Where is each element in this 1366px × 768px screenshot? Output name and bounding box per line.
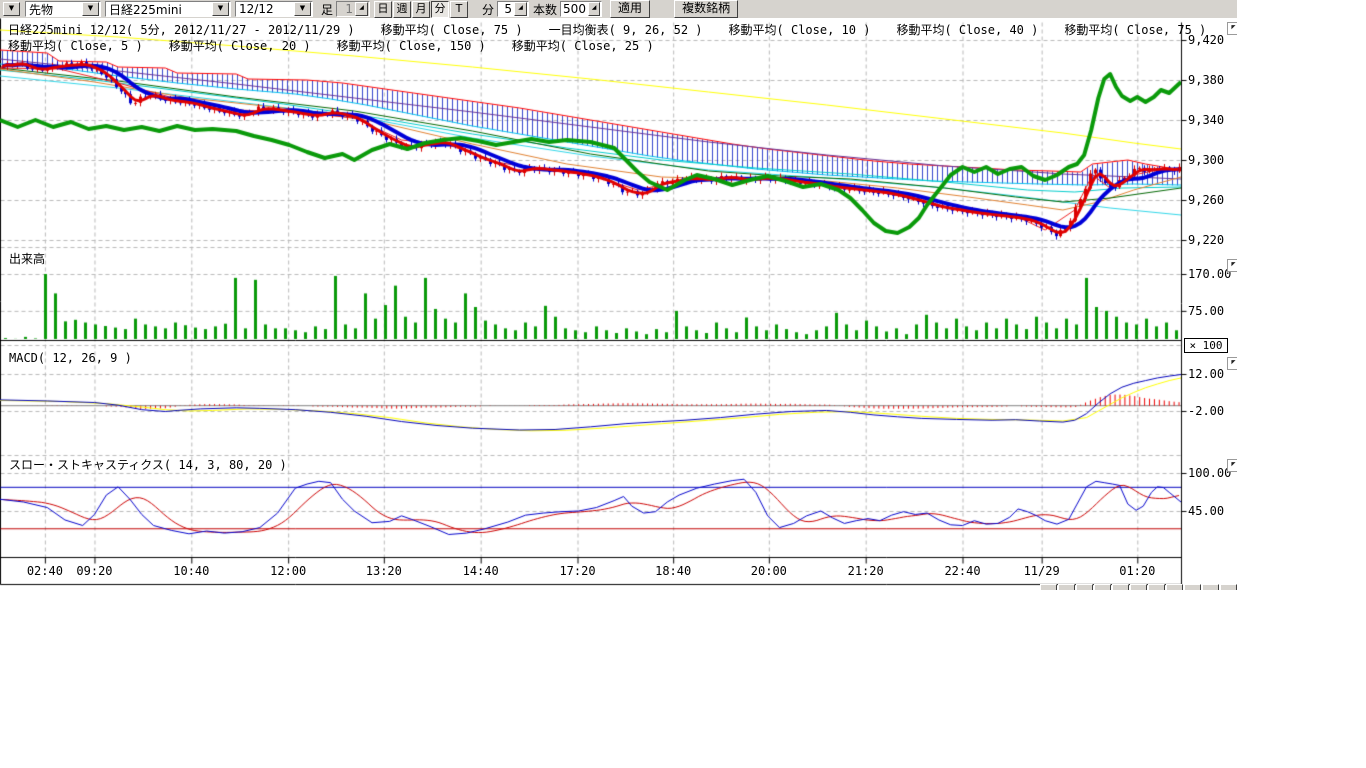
bar-interval-spinner[interactable]: 1 ◢ — [336, 1, 370, 17]
contract-select[interactable]: 12/12 ▼ — [235, 1, 313, 17]
axis-tick-label: 100.00 — [1188, 466, 1231, 480]
bar-count-spinner[interactable]: 500 ◢ — [560, 1, 602, 17]
period-button-T[interactable]: T — [450, 1, 468, 18]
time-axis-label: 14:40 — [453, 564, 509, 578]
multi-symbol-button[interactable]: 複数銘柄 — [674, 0, 738, 18]
axis-tick-label: 9,300 — [1188, 153, 1224, 167]
axis-tick-label: 9,380 — [1188, 73, 1224, 87]
time-axis-label: 21:20 — [838, 564, 894, 578]
pane-expand-icon: ◤ — [1231, 358, 1235, 366]
legend-item: 一目均衡表( 9, 26, 52 ) — [549, 23, 703, 37]
mini-toolbar-button[interactable] — [1166, 584, 1183, 590]
time-axis-label: 12:00 — [260, 564, 316, 578]
mini-toolbar-button[interactable] — [1094, 584, 1111, 590]
chart-app-window: ▼ 先物 ▼ 日経225mini ▼ 12/12 ▼ 足 1 ◢ 日週月分T 分… — [0, 0, 1237, 590]
mini-toolbar-button[interactable] — [1202, 584, 1219, 590]
legend-item: 移動平均( Close, 40 ) — [896, 23, 1038, 37]
mini-toolbar-button[interactable] — [1184, 584, 1201, 590]
main-toolbar: ▼ 先物 ▼ 日経225mini ▼ 12/12 ▼ 足 1 ◢ 日週月分T 分… — [0, 0, 1237, 19]
bar-type-label: 足 — [321, 1, 333, 18]
legend-row-2: 移動平均( Close, 5 ) 移動平均( Close, 20 ) 移動平均( C… — [8, 37, 680, 54]
mini-toolbar-button[interactable] — [1112, 584, 1129, 590]
time-axis-label: 11/29 — [1014, 564, 1070, 578]
axis-tick-label: 12.00 — [1188, 367, 1224, 381]
contract-value: 12/12 — [236, 2, 293, 16]
axis-tick-label: 170.00 — [1188, 267, 1231, 281]
chart-canvas[interactable] — [0, 18, 1237, 590]
chevron-down-icon[interactable]: ▼ — [82, 2, 99, 16]
mini-toolbar-button[interactable] — [1076, 584, 1093, 590]
volume-pane-label: 出来高 — [9, 250, 45, 267]
mini-toolbar-button[interactable] — [1058, 584, 1075, 590]
pane-expand-icon: ◤ — [1231, 23, 1235, 31]
chevron-down-icon[interactable]: ▼ — [294, 2, 311, 16]
pane-expand-icon: ◤ — [1231, 260, 1235, 268]
axis-tick-label: 9,420 — [1188, 33, 1224, 47]
minute-spinner[interactable]: 5 ◢ — [497, 1, 529, 17]
macd-pane-label: MACD( 12, 26, 9 ) — [9, 351, 132, 365]
time-axis-label: 20:00 — [741, 564, 797, 578]
legend-item: 移動平均( Close, 5 ) — [8, 39, 143, 53]
axis-tick-label: 9,260 — [1188, 193, 1224, 207]
legend-item: 移動平均( Close, 20 ) — [169, 39, 311, 53]
axis-tick-label: 75.00 — [1188, 304, 1224, 318]
spinner-icon[interactable]: ◢ — [355, 2, 368, 16]
legend-item: 日経225mini 12/12( 5分, 2012/11/27 - 2012/1… — [8, 23, 355, 37]
bar-interval-value: 1 — [337, 2, 355, 16]
volume-multiplier-badge: × 100 — [1184, 338, 1228, 353]
stochastics-pane-label: スロー・ストキャスティクス( 14, 3, 80, 20 ) — [9, 456, 287, 473]
period-button-日[interactable]: 日 — [374, 1, 392, 18]
mini-toolbar-button[interactable] — [1148, 584, 1165, 590]
mini-toolbar-button[interactable] — [1130, 584, 1147, 590]
axis-tick-label: -2.00 — [1188, 404, 1224, 418]
pane-corner-button[interactable]: ◤ — [1227, 459, 1237, 472]
minute-label: 分 — [482, 1, 494, 18]
pane-corner-button[interactable]: ◤ — [1227, 357, 1237, 370]
axis-tick-label: 9,340 — [1188, 113, 1224, 127]
spinner-icon[interactable]: ◢ — [588, 2, 600, 16]
period-button-分[interactable]: 分 — [431, 1, 449, 18]
time-axis-label: 10:40 — [163, 564, 219, 578]
legend-row-1: 日経225mini 12/12( 5分, 2012/11/27 - 2012/1… — [8, 21, 1232, 38]
apply-button[interactable]: 適用 — [610, 0, 650, 18]
time-axis-label: 22:40 — [935, 564, 991, 578]
pane-corner-button[interactable]: ◤ — [1227, 259, 1237, 272]
period-button-group: 日週月分T — [373, 1, 468, 18]
symbol-value: 日経225mini — [106, 1, 211, 18]
market-select[interactable]: 先物 ▼ — [25, 1, 101, 17]
panel-dropdown-button[interactable]: ▼ — [3, 2, 20, 16]
axis-tick-label: 45.00 — [1188, 504, 1224, 518]
legend-item: 移動平均( Close, 75 ) — [1064, 23, 1206, 37]
spinner-icon[interactable]: ◢ — [514, 2, 527, 16]
period-button-週[interactable]: 週 — [393, 1, 411, 18]
time-axis-label: 01:20 — [1109, 564, 1165, 578]
mini-toolbar-button[interactable] — [1040, 584, 1057, 590]
legend-item: 移動平均( Close, 25 ) — [512, 39, 654, 53]
time-axis-label: 09:20 — [66, 564, 122, 578]
time-axis-label: 13:20 — [356, 564, 412, 578]
minute-value: 5 — [498, 2, 514, 16]
time-axis-label: 02:40 — [17, 564, 73, 578]
legend-item: 移動平均( Close, 10 ) — [729, 23, 871, 37]
bottom-mini-toolbar — [1040, 584, 1237, 590]
chevron-down-icon: ▼ — [9, 4, 14, 12]
bar-count-value: 500 — [561, 2, 588, 16]
legend-item: 移動平均( Close, 75 ) — [381, 23, 523, 37]
time-axis-label: 18:40 — [645, 564, 701, 578]
axis-tick-label: 9,220 — [1188, 233, 1224, 247]
mini-toolbar-button[interactable] — [1220, 584, 1237, 590]
market-value: 先物 — [26, 1, 81, 18]
time-axis-label: 17:20 — [550, 564, 606, 578]
symbol-select[interactable]: 日経225mini ▼ — [105, 1, 231, 17]
period-button-月[interactable]: 月 — [412, 1, 430, 18]
chart-area: 日経225mini 12/12( 5分, 2012/11/27 - 2012/1… — [0, 18, 1237, 590]
legend-item: 移動平均( Close, 150 ) — [337, 39, 486, 53]
pane-expand-icon: ◤ — [1231, 460, 1235, 468]
bar-count-label: 本数 — [533, 1, 557, 18]
chevron-down-icon[interactable]: ▼ — [212, 2, 229, 16]
pane-corner-button[interactable]: ◤ — [1227, 22, 1237, 35]
